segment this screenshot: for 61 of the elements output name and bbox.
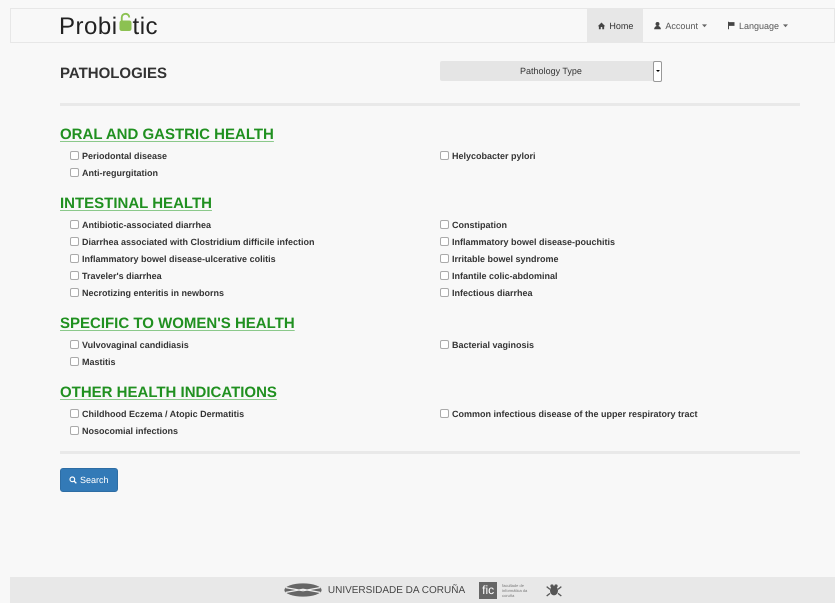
checkbox-label[interactable]: Bacterial vaginosis [452,340,534,350]
checkbox[interactable] [440,288,449,297]
university-name: UNIVERSIDADE DA CORUÑA [328,584,466,596]
checkbox-label[interactable]: Periodontal disease [82,150,168,160]
checkbox[interactable] [70,237,79,246]
checkbox[interactable] [70,340,79,349]
checkbox[interactable] [440,237,449,246]
university-logo-icon [282,583,323,597]
nav-link[interactable]: Home [587,9,644,42]
section-heading: ORAL AND GASTRIC HEALTH [60,126,275,143]
checkbox[interactable] [440,340,449,349]
page-title: PATHOLOGIES [60,64,168,82]
user-icon [653,21,662,30]
checkbox-label[interactable]: Inflammatory bowel disease-ulcerative colitis [82,254,276,264]
flag-icon [726,21,736,30]
checkbox[interactable] [70,409,79,418]
checkbox-label[interactable]: Anti-regurgitation [82,168,158,178]
logo-text: Probi [59,13,118,41]
nav-link[interactable]: Language [716,9,798,42]
checkbox[interactable] [440,271,449,280]
checkbox-label[interactable]: Traveler's diarrhea [82,270,162,280]
home-icon [597,21,606,30]
logo-text: tic [132,13,158,41]
checkbox-label[interactable]: Constipation [452,220,507,230]
section-heading: INTESTINAL HEALTH [60,195,213,212]
checkbox-label[interactable]: Infantile colic-abdominal [452,270,558,280]
caret-icon [702,24,707,28]
checkbox[interactable] [70,357,79,366]
checkbox[interactable] [70,151,79,160]
checkbox[interactable] [70,220,79,229]
checkbox[interactable] [440,409,449,418]
frog-icon [546,583,562,597]
checkbox-label[interactable]: Infectious diarrhea [452,288,533,298]
checkbox-label[interactable]: Helycobacter pylori [452,150,536,160]
checkbox[interactable] [70,254,79,263]
checkbox[interactable] [70,271,79,280]
pathology-type-select[interactable]: Pathology Type [440,61,662,81]
checkbox-label[interactable]: Common infectious disease of the upper respiratory tract [452,408,698,418]
checkbox-label[interactable]: Irritable bowel syndrome [452,254,559,264]
checkbox-label[interactable]: Vulvovaginal candidiasis [82,340,189,350]
checkbox-label[interactable]: Diarrhea associated with Clostridium difficile infection [82,236,315,246]
checkbox[interactable] [440,151,449,160]
checkbox-label[interactable]: Childhood Eczema / Atopic Dermatitis [82,408,244,418]
checkbox[interactable] [440,220,449,229]
checkbox[interactable] [70,168,79,177]
checkbox[interactable] [440,254,449,263]
checkbox-label[interactable]: Nosocomial infections [82,426,178,436]
section-heading: OTHER HEALTH INDICATIONS [60,384,278,401]
checkbox-label[interactable]: Inflammatory bowel disease-pouchitis [452,236,616,246]
search-icon [69,476,77,484]
nav-link[interactable]: Account [643,9,717,42]
checkbox-label[interactable]: Antibiotic-associated diarrhea [82,220,212,230]
search-button[interactable]: Search [60,468,118,492]
padlock-icon [118,12,133,32]
caret-icon [783,24,788,28]
checkbox-label[interactable]: Necrotizing enteritis in newborns [82,288,224,298]
faculty-logo: fic [479,582,498,598]
checkbox[interactable] [70,426,79,435]
section-heading: SPECIFIC TO WOMEN'S HEALTH [60,315,296,332]
checkbox[interactable] [70,288,79,297]
checkbox-label[interactable]: Mastitis [82,356,116,366]
